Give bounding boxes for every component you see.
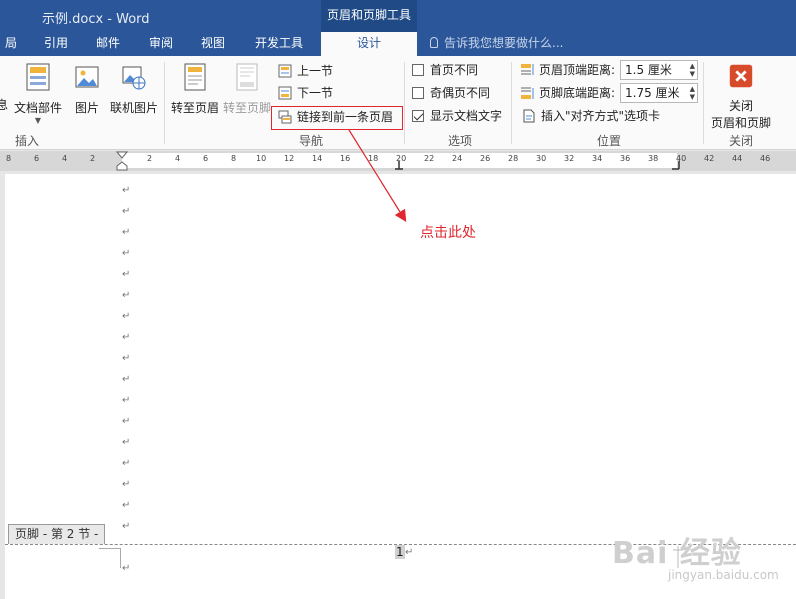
callout-text: 点击此处: [420, 225, 476, 241]
annotation-arrow: [348, 129, 407, 223]
watermark-url: jingyan.baidu.com: [668, 568, 779, 582]
baidu-watermark-logo: Bai 经验: [612, 536, 742, 571]
